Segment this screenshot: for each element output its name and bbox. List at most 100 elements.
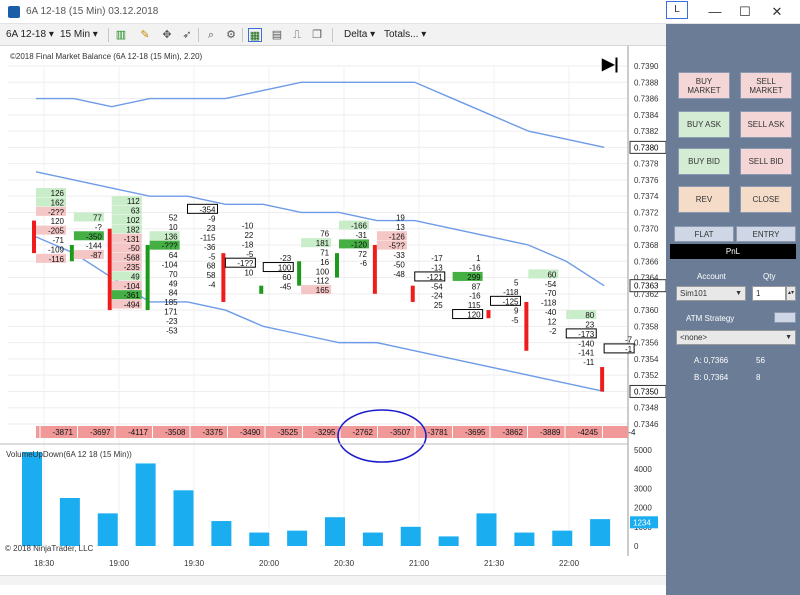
- footprint-cell-value: 9: [514, 307, 519, 316]
- interval-label: 15 Min: [60, 29, 91, 40]
- qty-label: Qty: [763, 272, 776, 281]
- footprint-cell-value: -118: [503, 288, 519, 297]
- footprint-cell-value: -16: [469, 264, 481, 273]
- footprint-cell-value: -361: [124, 291, 141, 300]
- layout-button[interactable]: L: [666, 1, 688, 19]
- candle-body: [600, 367, 605, 392]
- properties-icon[interactable]: ⚙: [224, 28, 238, 42]
- buy-market-button[interactable]: BUY MARKET: [678, 72, 730, 99]
- footprint-cell-value: 80: [585, 311, 594, 320]
- reverse-button[interactable]: REV: [678, 186, 730, 213]
- footprint-cell-value: -5: [511, 316, 519, 325]
- sell-bid-button[interactable]: SELL BID: [740, 148, 792, 175]
- footprint-cell-value: -87: [90, 251, 102, 260]
- qty-stepper[interactable]: ▴▾: [786, 286, 796, 301]
- footprint-cell-value: 60: [282, 273, 291, 282]
- footprint-cell-value: -104: [162, 260, 179, 269]
- buy-ask-button[interactable]: BUY ASK: [678, 111, 730, 138]
- footprint-cell-value: -568: [124, 254, 141, 263]
- sell-market-label: SELL MARKET: [749, 76, 783, 95]
- scroll-to-end-icon[interactable]: ▶|: [602, 54, 619, 74]
- footprint-cell-value: 84: [169, 289, 178, 298]
- maximize-icon[interactable]: ☐: [730, 2, 760, 22]
- footprint-cell-value: 182: [126, 225, 140, 234]
- volume-bar: [325, 517, 345, 546]
- chart-scrollbar[interactable]: [0, 575, 666, 585]
- pointer-icon[interactable]: ➶: [180, 28, 194, 42]
- bar-type-icon[interactable]: ▥: [114, 28, 128, 42]
- close-icon[interactable]: ✕: [762, 2, 792, 22]
- footprint-cell-value: -1: [625, 345, 633, 354]
- flat-button[interactable]: FLAT: [674, 226, 734, 242]
- chart-canvas[interactable]: 0.7390 0.7388 0.7386 0.7384 0.7382 0.7380 0.73…: [0, 46, 666, 575]
- delta-value: -3695: [465, 428, 486, 437]
- footprint-cell-value: -36: [204, 243, 216, 252]
- interval-selector[interactable]: 15 Min ▾: [60, 27, 98, 43]
- footprint-cell-value: 181: [316, 239, 330, 248]
- strategies-icon[interactable]: ▤: [270, 28, 284, 42]
- candle-body: [32, 220, 36, 254]
- price-tick-label: 0.7360: [634, 306, 659, 315]
- minimize-icon[interactable]: —: [700, 2, 730, 22]
- footprint-cell-value: -17: [431, 254, 443, 263]
- footprint-cell-value: -1??: [237, 259, 254, 268]
- volume-bar: [438, 536, 459, 546]
- close-position-button[interactable]: CLOSE: [740, 186, 792, 213]
- footprint-cell-value: -70: [545, 289, 557, 298]
- instrument-selector[interactable]: 6A 12-18 ▾: [6, 27, 54, 43]
- reverse-label: REV: [695, 195, 713, 204]
- crosshair-icon[interactable]: ✥: [160, 28, 174, 42]
- zoom-icon[interactable]: ⌕: [204, 28, 218, 42]
- footprint-cell-value: 10: [244, 269, 253, 278]
- footprint-cell-value: 185: [164, 298, 178, 307]
- candle-body: [486, 310, 491, 319]
- totals-selector[interactable]: Totals... ▾: [384, 27, 426, 43]
- account-select[interactable]: Sim101 ▼: [676, 286, 746, 301]
- footprint-cell-value: -54: [545, 280, 557, 289]
- pencil-icon[interactable]: ✎: [138, 28, 152, 42]
- price-tick-label: 0.7378: [634, 160, 659, 169]
- atm-strategy-edit-button[interactable]: [774, 312, 796, 323]
- footprint-cell-value: -104: [124, 282, 141, 291]
- time-tick-label: 18:30: [34, 559, 55, 568]
- sell-ask-button[interactable]: SELL ASK: [740, 111, 792, 138]
- delta-value: -3781: [428, 428, 449, 437]
- footprint-cell-value: -9: [208, 215, 216, 224]
- time-tick-label: 21:30: [484, 559, 505, 568]
- volume-bar: [287, 530, 308, 546]
- indicators-icon[interactable]: ⎍: [290, 28, 304, 42]
- templates-icon[interactable]: ❐: [310, 28, 324, 42]
- price-tick-label: 0.7384: [634, 111, 659, 120]
- footprint-cell-value: 100: [316, 267, 330, 276]
- buy-bid-button[interactable]: BUY BID: [678, 148, 730, 175]
- price-tick-label: 0.7358: [634, 322, 659, 331]
- footprint-cell-value: -6: [360, 259, 368, 268]
- ask-size: 56: [756, 356, 765, 365]
- chart-trader-icon[interactable]: ▦: [248, 28, 262, 42]
- volume-tick-label: 5000: [634, 446, 652, 455]
- delta-value: -3490: [240, 428, 261, 437]
- indicator-selector[interactable]: Delta ▾: [344, 27, 375, 43]
- footprint-cell-value: 112: [127, 197, 140, 206]
- entry-button[interactable]: ENTRY: [736, 226, 796, 242]
- sell-market-button[interactable]: SELL MARKET: [740, 72, 792, 99]
- toolbar-divider: [242, 28, 243, 42]
- pnl-display: PnL: [670, 244, 796, 259]
- time-tick-label: 21:00: [409, 559, 430, 568]
- footprint-cell-value: -5: [246, 250, 254, 259]
- qty-input[interactable]: 1: [752, 286, 786, 301]
- footprint-cell-value: -16: [469, 292, 481, 301]
- chevron-down-icon: ▼: [735, 290, 742, 297]
- footprint-cell-value: 49: [131, 272, 140, 281]
- footprint-cell-value: 76: [320, 230, 329, 239]
- chart-area[interactable]: 0.7390 0.7388 0.7386 0.7384 0.7382 0.7380 0.73…: [0, 46, 666, 595]
- footprint-cell-value: 58: [207, 271, 216, 280]
- chart-toolbar: 6A 12-18 ▾ 15 Min ▾ ▥ ✎ ✥ ➶ ⌕ ⚙ ▦ ▤ ⎍ ❐ …: [0, 24, 666, 46]
- atm-strategy-select[interactable]: <none> ▼: [676, 330, 796, 345]
- footprint-cell-value: -235: [124, 263, 141, 272]
- price-tick-label: 0.7376: [634, 176, 659, 185]
- time-tick-label: 20:30: [334, 559, 355, 568]
- price-highlight-label: 0.7363: [634, 282, 659, 291]
- volume-bar: [514, 532, 535, 546]
- footprint-cell-value: 19: [396, 213, 405, 222]
